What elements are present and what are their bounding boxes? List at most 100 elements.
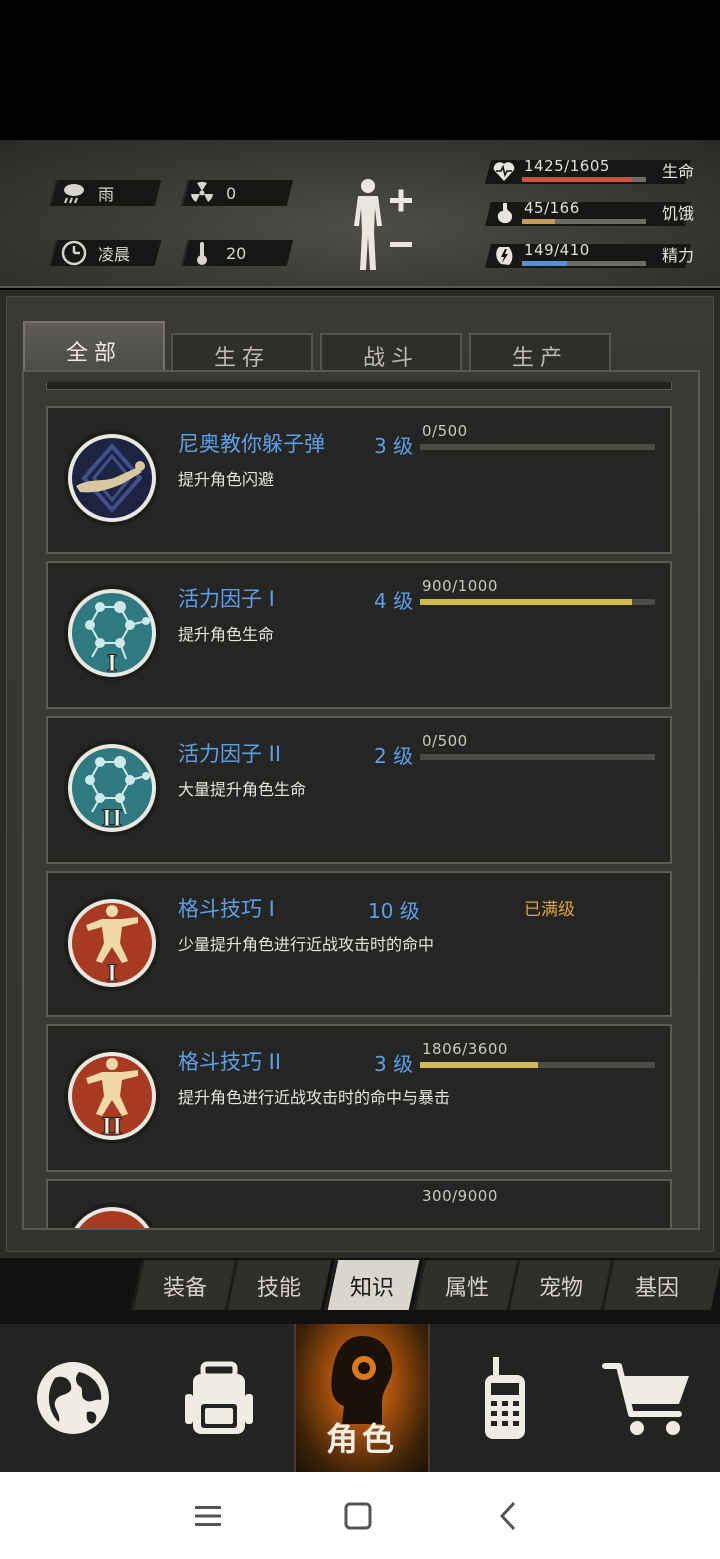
dodge-icon (62, 422, 166, 532)
knowledge-item-partial[interactable]: 300/9000 (46, 1179, 672, 1228)
knowledge-level: 3 级 (374, 434, 414, 458)
nav-inventory[interactable] (146, 1324, 292, 1472)
nav-radio[interactable] (432, 1324, 578, 1472)
knowledge-desc: 提升角色闪避 (178, 470, 275, 489)
knowledge-level: 10 级 (368, 899, 420, 923)
subtab-pets-label: 宠物 (538, 1276, 583, 1301)
status-header: 雨 0 凌晨 20 1425/1605 生命 45/166 饥饿 149/410… (0, 140, 720, 288)
svg-text:I: I (107, 961, 117, 987)
energy-bar (522, 261, 646, 266)
body-figure-icon (354, 179, 412, 270)
hunger-bar (522, 219, 646, 224)
knowledge-desc: 提升角色进行近战攻击时的命中与暴击 (178, 1088, 451, 1107)
knowledge-level: 2 级 (374, 744, 414, 768)
health-value: 1425/1605 (524, 157, 610, 175)
back-button[interactable] (486, 1496, 530, 1536)
knowledge-desc: 少量提升角色进行近战攻击时的命中 (178, 935, 435, 954)
hunger-label: 饥饿 (662, 204, 695, 223)
knowledge-progress-text: 300/9000 (422, 1187, 498, 1205)
recents-button[interactable] (186, 1496, 230, 1536)
top-black-area (0, 0, 720, 140)
heart-icon (490, 158, 518, 184)
fighter-icon: I (62, 887, 166, 997)
list-top-edge (46, 382, 672, 390)
health-bar (522, 177, 646, 182)
energy-value: 149/410 (524, 241, 590, 259)
time-status: 凌晨 (60, 240, 130, 266)
walkie-talkie-icon (485, 1357, 525, 1439)
knowledge-level: 3 级 (374, 1052, 414, 1076)
subtab-attributes-label: 属性 (444, 1276, 489, 1301)
clock-icon (60, 240, 88, 266)
svg-text:II: II (102, 1114, 123, 1140)
rain-icon (60, 180, 88, 206)
radiation-icon (188, 180, 216, 206)
sub-tab-bar: 装备 技能 知识 属性 宠物 基因 (0, 1258, 720, 1324)
molecule-icon: I (62, 577, 166, 687)
nav-map[interactable] (0, 1324, 146, 1472)
knowledge-name: 活力因子 II (178, 742, 282, 766)
knowledge-list[interactable]: 尼奥教你躲子弹 3 级 0/500 提升角色闪避 I 活力因子 I 4 级 90… (22, 370, 700, 1230)
subtab-genes-label: 基因 (634, 1276, 679, 1301)
energy-icon (490, 242, 518, 268)
energy-label: 精力 (662, 246, 695, 265)
knowledge-progress-bar (420, 444, 655, 450)
weather-status: 雨 (60, 180, 114, 206)
body-status-button[interactable] (344, 176, 424, 274)
knowledge-name: 尼奥教你躲子弹 (178, 432, 325, 456)
knowledge-progress-text: 900/1000 (422, 577, 498, 595)
knowledge-desc: 提升角色生命 (178, 625, 275, 644)
knowledge-item-combat-2[interactable]: II 格斗技巧 II 3 级 1806/3600 提升角色进行近战攻击时的命中与… (46, 1024, 672, 1172)
fighter-icon: II (62, 1040, 166, 1150)
menu-icon (195, 1506, 221, 1526)
knowledge-item-dodge[interactable]: 尼奥教你躲子弹 3 级 0/500 提升角色闪避 (46, 406, 672, 554)
nav-character-label: 角色 (325, 1420, 398, 1458)
stomach-icon (490, 200, 518, 226)
knowledge-progress-bar (420, 599, 655, 605)
fighter-icon (62, 1195, 166, 1228)
knowledge-desc: 大量提升角色生命 (178, 780, 307, 799)
knowledge-name: 格斗技巧 I (178, 897, 275, 921)
subtab-skills-label: 技能 (256, 1276, 301, 1301)
vital-row-hunger: 45/166 饥饿 (480, 198, 710, 226)
thermometer-icon (188, 240, 216, 266)
subtab-equipment-label: 装备 (162, 1276, 207, 1301)
weather-label: 雨 (98, 185, 115, 204)
vital-row-energy: 149/410 精力 (480, 240, 710, 268)
backpack-icon (185, 1361, 253, 1434)
knowledge-progress-bar (420, 754, 655, 760)
temperature-value: 20 (226, 243, 247, 263)
svg-text:II: II (102, 806, 123, 832)
bottom-nav: 角色 (0, 1324, 720, 1472)
time-label: 凌晨 (98, 245, 131, 264)
max-level-badge: 已满级 (524, 900, 575, 920)
knowledge-name: 活力因子 I (178, 587, 275, 611)
knowledge-level: 4 级 (374, 589, 414, 613)
molecule-icon: II (62, 732, 166, 842)
system-nav-bar (0, 1472, 720, 1559)
nav-character[interactable]: 角色 (294, 1324, 430, 1472)
knowledge-item-vitality-1[interactable]: I 活力因子 I 4 级 900/1000 提升角色生命 (46, 561, 672, 709)
main-panel: 全部 生存 战斗 生产 尼奥教你躲子弹 3 级 0/500 提升角色闪避 I 活… (0, 290, 720, 1258)
svg-text:I: I (107, 651, 117, 677)
radiation-status: 0 (188, 180, 236, 206)
home-square-icon (344, 1502, 372, 1530)
knowledge-progress-bar (420, 1062, 655, 1068)
knowledge-item-vitality-2[interactable]: II 活力因子 II 2 级 0/500 大量提升角色生命 (46, 716, 672, 864)
home-button[interactable] (336, 1496, 380, 1536)
shopping-cart-icon (602, 1363, 689, 1435)
subtab-knowledge-label: 知识 (349, 1276, 394, 1301)
knowledge-progress-text: 0/500 (422, 422, 468, 440)
health-label: 生命 (662, 162, 695, 181)
nav-shop[interactable] (576, 1324, 720, 1472)
radiation-value: 0 (226, 183, 237, 203)
knowledge-name: 格斗技巧 II (178, 1050, 282, 1074)
temperature-status: 20 (188, 240, 246, 266)
knowledge-progress-text: 1806/3600 (422, 1040, 508, 1058)
globe-icon (37, 1362, 109, 1434)
knowledge-item-combat-1[interactable]: I 格斗技巧 I 10 级 已满级 少量提升角色进行近战攻击时的命中 (46, 871, 672, 1017)
hunger-value: 45/166 (524, 199, 580, 217)
vital-row-health: 1425/1605 生命 (480, 156, 710, 184)
back-chevron-icon (499, 1501, 516, 1531)
knowledge-progress-text: 0/500 (422, 732, 468, 750)
